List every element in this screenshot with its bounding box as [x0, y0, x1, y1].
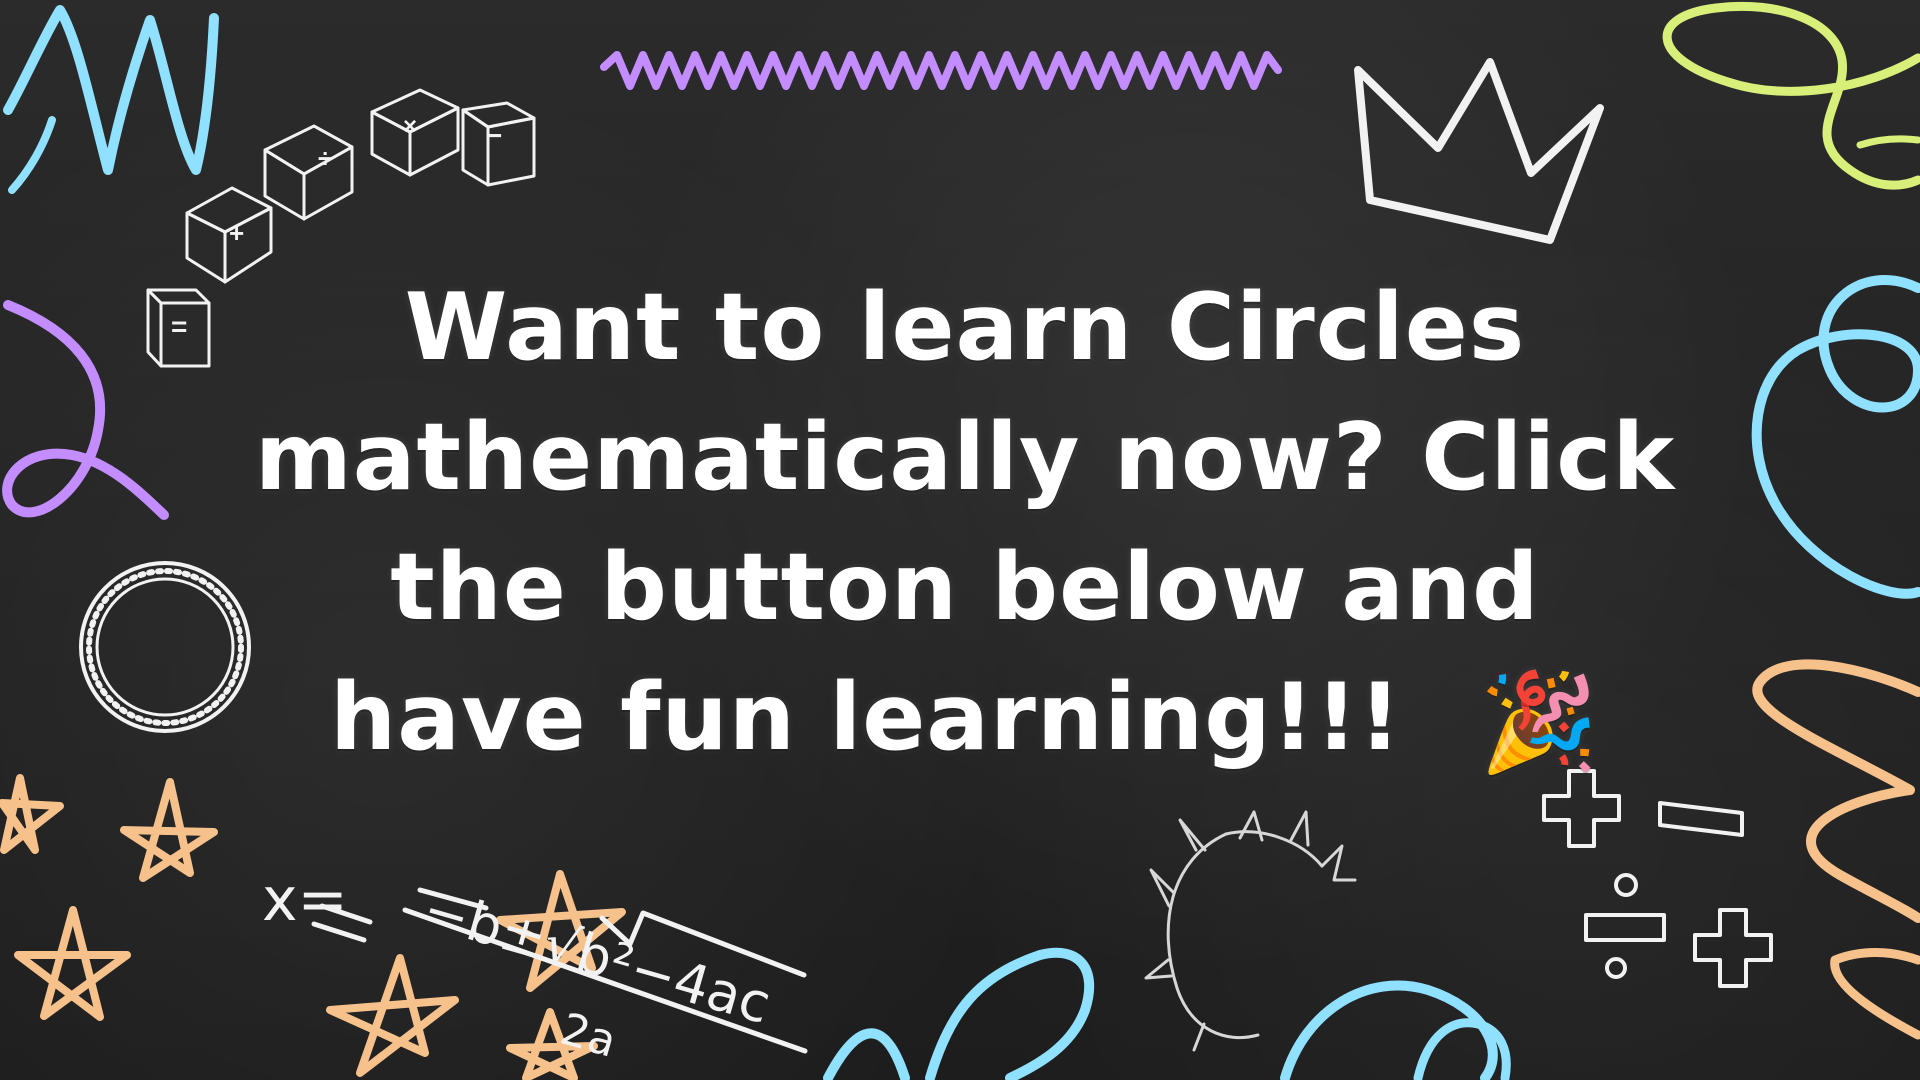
dice-symbol-equals: =: [171, 311, 187, 342]
blue-zigzag-accent: [8, 116, 56, 194]
star-doodle-1: [0, 774, 64, 854]
blue-loop-bottom-right: [1280, 980, 1498, 1080]
blue-loop-bottom-2: [925, 947, 1095, 1080]
star-doodle-3: [14, 906, 131, 1021]
green-swirl-tail: [1856, 135, 1920, 149]
formula-lhs: x=: [262, 865, 348, 935]
crown-doodle: [1354, 58, 1604, 244]
minus-symbol: [1658, 801, 1744, 837]
purple-wave-doodle: [600, 51, 1282, 90]
dice-symbol-divide: ÷: [318, 143, 332, 173]
headline-line-2: mathematically now? Click: [254, 403, 1676, 511]
headline-line-3: the button below and: [390, 533, 1540, 641]
headline-line-4: have fun learning!!! 🎉: [235, 652, 1695, 782]
purple-swirl-doodle: [2, 300, 169, 520]
orange-zigzag-doodle: [1752, 659, 1920, 923]
dice-symbol-times: ×: [403, 113, 417, 140]
orange-zigzag-lower: [1830, 948, 1920, 1040]
blue-loop-bottom: [823, 1028, 910, 1080]
plus-symbol-top: [1542, 769, 1621, 848]
ornament-ring-outer: [79, 561, 251, 733]
star-doodle-2: [120, 778, 218, 882]
headline-text: Want to learn Circles mathematically now…: [235, 262, 1695, 782]
headline-line-4-text: have fun learning!!!: [330, 663, 1403, 771]
dice-symbol-minus: −: [486, 120, 502, 151]
ornament-ring-pattern: [86, 568, 244, 726]
dice-symbol-plus: +: [229, 218, 244, 248]
green-swirl-doodle: [1662, 1, 1920, 190]
division-dot-bottom: [1605, 957, 1627, 979]
ornament-ring-inner: [95, 577, 235, 717]
slide-canvas: + ÷ × − = x= −b±√b²−4ac 2a Want to learn…: [0, 0, 1920, 1080]
division-line: [1584, 913, 1666, 942]
dice-top-1: [263, 124, 354, 176]
plus-symbol-bottom: [1693, 908, 1773, 988]
division-dot-top: [1614, 873, 1638, 897]
party-popper-icon: 🎉: [1479, 666, 1600, 778]
blue-loop-doodle: [1751, 275, 1920, 599]
star-doodle-4: [326, 954, 459, 1077]
headline-line-1: Want to learn Circles: [404, 273, 1526, 381]
tree-ring-doodle: [1166, 832, 1260, 1040]
